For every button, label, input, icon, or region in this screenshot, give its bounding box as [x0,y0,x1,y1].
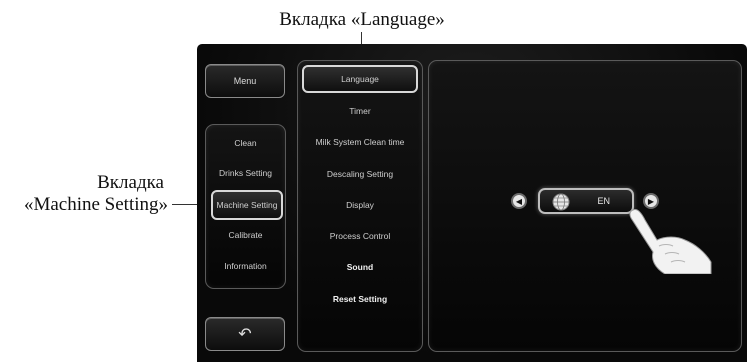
settings-item-process-control[interactable]: Process Control [298,224,422,248]
settings-item-sound[interactable]: Sound [298,255,422,279]
callout-left-line2: «Machine Setting» [23,194,168,215]
back-button[interactable]: ↶ [205,317,285,351]
sidebar-item-machine-setting[interactable]: Machine Setting [211,190,283,220]
language-prev-button[interactable]: ◀ [511,193,527,209]
back-arrow-icon: ↶ [238,326,252,343]
pointing-hand-icon [629,209,712,274]
settings-item-milk-system-clean-time[interactable]: Milk System Clean time [298,130,422,154]
sidebar-item-drinks-setting[interactable]: Drinks Setting [206,161,285,185]
language-code: EN [597,196,610,206]
globe-icon [552,193,570,211]
callout-left-line1: Вкладка [97,172,164,193]
settings-item-display[interactable]: Display [298,193,422,217]
sidebar-item-information[interactable]: Information [206,254,285,278]
sidebar-item-clean[interactable]: Clean [206,131,285,155]
language-content-panel: ◀ EN ▶ [428,60,742,352]
callout-language-tab: Вкладка «Language» [279,9,445,30]
triangle-left-icon: ◀ [515,196,523,206]
menu-button[interactable]: Menu [205,64,285,98]
device-screen: Menu Clean Drinks Setting Machine Settin… [197,44,747,362]
settings-item-reset-setting[interactable]: Reset Setting [298,287,422,311]
triangle-right-icon: ▶ [647,196,655,206]
settings-panel: Language Timer Milk System Clean time De… [297,60,423,352]
sidebar-panel: Clean Drinks Setting Machine Setting Cal… [205,124,286,289]
sidebar-item-calibrate[interactable]: Calibrate [206,223,285,247]
callout-machine-setting: Вкладка «Machine Setting» [0,172,168,216]
settings-item-descaling-setting[interactable]: Descaling Setting [298,162,422,186]
language-selector: EN [538,188,634,214]
settings-item-language[interactable]: Language [302,65,418,93]
settings-item-timer[interactable]: Timer [298,99,422,123]
